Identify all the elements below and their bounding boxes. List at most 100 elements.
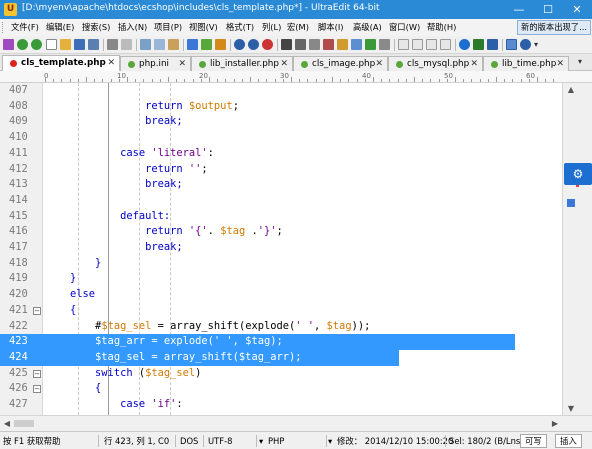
menu-insert[interactable]: 插入(N) — [118, 21, 147, 34]
menu-search[interactable]: 搜索(S) — [82, 21, 110, 34]
status-line-ending[interactable]: DOS — [180, 435, 198, 447]
menu-file[interactable]: 文件(F) — [11, 21, 39, 34]
hex-edit-icon[interactable] — [187, 39, 198, 50]
update-notice-button[interactable]: 新的版本出现了... — [517, 20, 591, 35]
code-line[interactable]: 419 } — [0, 271, 562, 287]
word-wrap-icon[interactable] — [201, 39, 212, 50]
new-file-icon[interactable] — [46, 39, 57, 50]
tab-php-ini[interactable]: php.ini ✕ — [120, 56, 191, 71]
tab-close-icon[interactable]: ✕ — [375, 58, 383, 70]
tab-cls-image[interactable]: cls_image.php ✕ — [293, 56, 388, 71]
tab-close-icon[interactable]: ✕ — [280, 58, 288, 70]
minimize-button[interactable]: — — [504, 0, 534, 19]
status-encoding[interactable]: UTF-8 — [208, 435, 232, 447]
print-icon[interactable] — [107, 39, 118, 50]
tab-lib-installer[interactable]: lib_installer.php ✕ — [191, 56, 293, 71]
code-line[interactable]: 407 — [0, 83, 562, 99]
tab-close-icon[interactable]: ✕ — [107, 57, 115, 69]
fold-toggle-icon[interactable]: − — [33, 385, 41, 394]
code-line[interactable]: 422 #$tag_sel = array_shift(explode(' ',… — [0, 319, 562, 335]
column-mode-icon[interactable] — [215, 39, 226, 50]
tab-cls-mysql[interactable]: cls_mysql.php ✕ — [388, 56, 483, 71]
status-syntax[interactable]: PHP — [268, 435, 284, 447]
scroll-up-icon[interactable]: ▲ — [563, 83, 579, 96]
find-icon[interactable] — [281, 39, 292, 50]
code-line[interactable]: 427 case 'if': — [0, 397, 562, 413]
code-line[interactable]: 417 break; — [0, 240, 562, 256]
ultraedit-app-icon[interactable]: U — [4, 3, 17, 16]
menu-macro[interactable]: 宏(M) — [287, 21, 309, 34]
save-all-icon[interactable] — [88, 39, 99, 50]
find-in-files-icon[interactable] — [337, 39, 348, 50]
code-line[interactable]: 413 break; — [0, 177, 562, 193]
scroll-down-icon[interactable]: ▼ — [563, 402, 579, 415]
bookmark-icon[interactable] — [365, 39, 376, 50]
horizontal-scroll-thumb[interactable] — [14, 420, 34, 427]
find-prev-icon[interactable] — [309, 39, 320, 50]
split-icon[interactable] — [426, 39, 437, 50]
toolbar-overflow-icon[interactable]: ▾ — [534, 39, 545, 50]
settings-icon[interactable] — [506, 39, 517, 50]
code-editor[interactable]: 407 408 return $output; 409 break; 410 4… — [0, 83, 562, 415]
code-line[interactable]: 420 else — [0, 287, 562, 303]
goto-icon[interactable] — [351, 39, 362, 50]
undo-icon[interactable] — [234, 39, 245, 50]
copy-icon[interactable] — [154, 39, 165, 50]
compare-icon[interactable] — [473, 39, 484, 50]
print-preview-icon[interactable] — [121, 39, 132, 50]
tab-close-icon[interactable]: ✕ — [178, 58, 186, 70]
code-line[interactable]: 411 case 'literal': — [0, 146, 562, 162]
writable-toggle[interactable]: 可写 — [520, 434, 547, 448]
menu-help[interactable]: 帮助(H) — [427, 21, 456, 34]
fold-toggle-icon[interactable]: − — [33, 306, 41, 315]
stop-icon[interactable] — [262, 39, 273, 50]
side-panel-toggle-icon[interactable]: ⚙ — [564, 163, 592, 185]
menu-view[interactable]: 视图(V) — [189, 21, 218, 34]
code-line[interactable]: 415 default: — [0, 209, 562, 225]
redo-icon[interactable] — [248, 39, 259, 50]
scroll-left-icon[interactable]: ◀ — [0, 417, 14, 431]
menu-edit[interactable]: 编辑(E) — [46, 21, 74, 34]
menu-column[interactable]: 列(L) — [262, 21, 281, 34]
replace-icon[interactable] — [323, 39, 334, 50]
cut-icon[interactable] — [140, 39, 151, 50]
fold-toggle-icon[interactable]: − — [33, 369, 41, 378]
paste-icon[interactable] — [168, 39, 179, 50]
menu-advanced[interactable]: 高级(A) — [353, 21, 382, 34]
code-line[interactable]: 421 − { — [0, 303, 562, 319]
open-folder-icon[interactable] — [60, 39, 71, 50]
close-button[interactable]: ✕ — [562, 0, 592, 19]
window-icon[interactable] — [440, 39, 451, 50]
back-icon[interactable] — [17, 39, 28, 50]
code-line[interactable]: 416 return '{'. $tag .'}'; — [0, 224, 562, 240]
tab-lib-time[interactable]: lib_time.php ✕ — [483, 56, 569, 71]
menu-window[interactable]: 窗口(W) — [389, 21, 420, 34]
menu-project[interactable]: 项目(P) — [154, 21, 182, 34]
menu-script[interactable]: 脚本(I) — [318, 21, 344, 34]
save-icon[interactable] — [74, 39, 85, 50]
code-line[interactable]: 414 — [0, 193, 562, 209]
ftp-icon[interactable] — [459, 39, 470, 50]
horizontal-scrollbar[interactable]: ◀ ▶ — [0, 415, 592, 431]
forward-icon[interactable] — [31, 39, 42, 50]
tab-list-dropdown-icon[interactable]: ▾ — [578, 57, 582, 66]
syntax-dropdown-icon[interactable]: ▾ — [259, 435, 263, 447]
code-line[interactable]: 409 break; — [0, 114, 562, 130]
tab-close-icon[interactable]: ✕ — [470, 58, 478, 70]
code-line[interactable]: 412 return ''; — [0, 162, 562, 178]
modified-dropdown-icon[interactable]: ▾ — [328, 435, 332, 447]
code-line[interactable]: 426 − { — [0, 381, 562, 397]
macro-icon[interactable] — [379, 39, 390, 50]
tab-cls-template[interactable]: cls_template.php ✕ — [2, 55, 120, 71]
code-line[interactable]: 418 } — [0, 256, 562, 272]
list-icon[interactable] — [398, 39, 409, 50]
browser-icon[interactable] — [487, 39, 498, 50]
scroll-thumb[interactable] — [567, 199, 575, 207]
status-cursor-position[interactable]: 行 423, 列 1, C0 — [104, 435, 169, 447]
code-line[interactable]: 425 − switch ($tag_sel) — [0, 366, 562, 382]
maximize-button[interactable]: ☐ — [533, 0, 563, 19]
menu-format[interactable]: 格式(T) — [226, 21, 254, 34]
scroll-right-icon[interactable]: ▶ — [548, 417, 562, 431]
toolbar-icon[interactable] — [3, 39, 14, 50]
vertical-scrollbar[interactable]: ▲ ▼ — [562, 83, 592, 415]
